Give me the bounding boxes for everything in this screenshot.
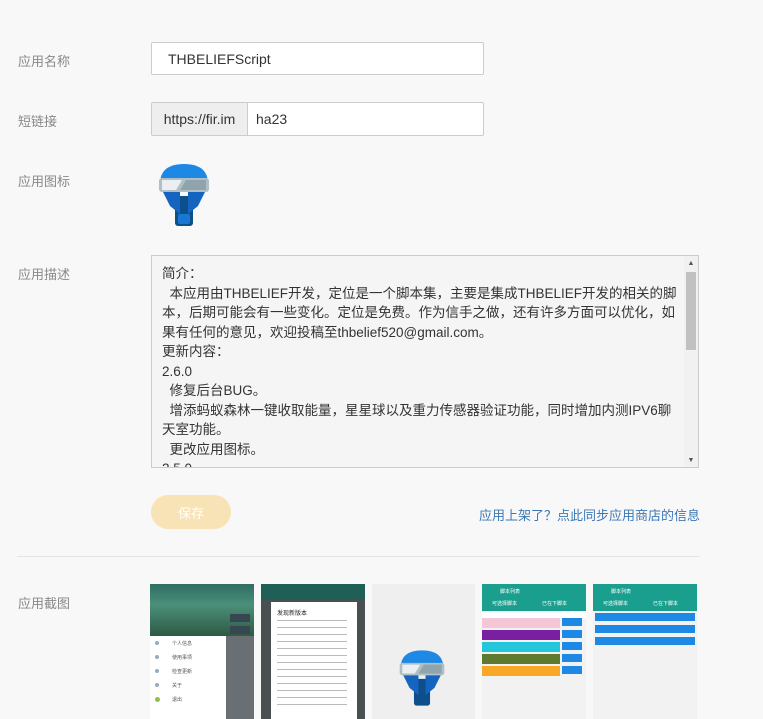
desc-line: 2.5.0	[162, 459, 680, 467]
screenshots-label: 应用截图	[18, 596, 71, 611]
row-button	[595, 613, 695, 621]
overlay-block	[230, 614, 250, 622]
row-button	[562, 654, 582, 662]
row	[482, 654, 560, 664]
person-icon	[155, 641, 159, 645]
app-title: 脚本列表	[500, 589, 521, 595]
scroll-thumb[interactable]	[686, 272, 696, 350]
exit-icon	[155, 697, 160, 702]
app-name-input[interactable]: THBELIEFScript	[151, 42, 484, 75]
sync-store-link[interactable]: 应用上架了？点此同步应用商店的信息	[479, 505, 700, 524]
menu-item: 退出	[172, 697, 183, 703]
tab: 已在下脚本	[653, 601, 679, 607]
desc-line: 更新内容：	[162, 344, 230, 359]
shortlink-label: 短链接	[18, 114, 58, 129]
desc-line: 简介：	[162, 266, 203, 281]
app-icon	[399, 650, 445, 706]
screenshot-1[interactable]: 个人信息 使用事项 检查更新 关于 退出	[150, 584, 254, 719]
scroll-up-icon[interactable]: ▲	[684, 256, 698, 270]
desc-line: 本应用由THBELIEF开发，定位是一个脚本集，主要是集成THBELIEF开发的…	[162, 285, 677, 340]
shortlink-input[interactable]: ha23	[247, 102, 484, 136]
divider	[17, 556, 700, 557]
screenshot-4[interactable]: 脚本列表 可选择脚本 已在下脚本	[482, 584, 586, 719]
row-button	[562, 642, 582, 650]
side-menu: 个人信息 使用事项 检查更新 关于 退出	[150, 636, 226, 719]
app-bar: 脚本列表 可选择脚本 已在下脚本	[482, 584, 586, 611]
app-name-label: 应用名称	[18, 54, 71, 69]
app-bar: 脚本列表 可选择脚本 已在下脚本	[593, 584, 697, 611]
tab: 已在下脚本	[542, 601, 568, 607]
update-icon	[155, 669, 159, 673]
shortlink-value: ha23	[256, 111, 288, 127]
row	[482, 630, 560, 640]
about-icon	[155, 683, 159, 687]
row-button	[595, 625, 695, 633]
row	[482, 666, 560, 676]
desc-line: 修复后台BUG。	[162, 383, 267, 398]
dialog-text	[277, 620, 347, 710]
dialog-title: 发现新版本	[277, 611, 308, 617]
menu-item: 使用事项	[172, 655, 193, 661]
desc-label: 应用描述	[18, 267, 71, 282]
app-icon[interactable]	[156, 162, 212, 228]
row-button	[595, 637, 695, 645]
app-name-value: THBELIEFScript	[168, 50, 271, 67]
tab: 可选择脚本	[492, 601, 518, 607]
info-icon	[155, 655, 159, 659]
row-button	[562, 630, 582, 638]
desc-line: 2.6.0	[162, 363, 193, 379]
menu-item: 个人信息	[172, 641, 193, 647]
menu-item: 检查更新	[172, 669, 193, 675]
scroll-down-icon[interactable]: ▼	[684, 453, 698, 467]
row	[482, 642, 560, 652]
app-title: 脚本列表	[611, 589, 632, 595]
menu-item: 关于	[172, 683, 183, 689]
row	[482, 618, 560, 628]
desc-line: 更改应用图标。	[162, 441, 265, 457]
shortlink-prefix: https://fir.im	[151, 102, 248, 136]
update-dialog: 发现新版本	[271, 602, 357, 719]
tab: 可选择脚本	[603, 601, 629, 607]
row-button	[562, 618, 582, 626]
screenshot-5[interactable]: 脚本列表 可选择脚本 已在下脚本	[593, 584, 697, 719]
app-bar	[261, 584, 365, 600]
desc-content: 简介： 本应用由THBELIEF开发，定位是一个脚本集，主要是集成THBELIE…	[162, 264, 680, 467]
screenshot-2[interactable]: 发现新版本	[261, 584, 365, 719]
app-icon-label: 应用图标	[18, 174, 71, 189]
row-button	[562, 666, 582, 674]
desc-textarea[interactable]: 简介： 本应用由THBELIEF开发，定位是一个脚本集，主要是集成THBELIE…	[151, 255, 699, 468]
desc-scrollbar[interactable]: ▲ ▼	[684, 256, 698, 467]
overlay-block	[230, 626, 250, 634]
save-button[interactable]: 保存	[151, 495, 231, 529]
desc-line: 增添蚂蚁森林一键收取能量，星星球以及重力传感器验证功能，同时增加内测IPV6聊天…	[162, 402, 672, 438]
screenshot-3[interactable]	[372, 584, 475, 719]
